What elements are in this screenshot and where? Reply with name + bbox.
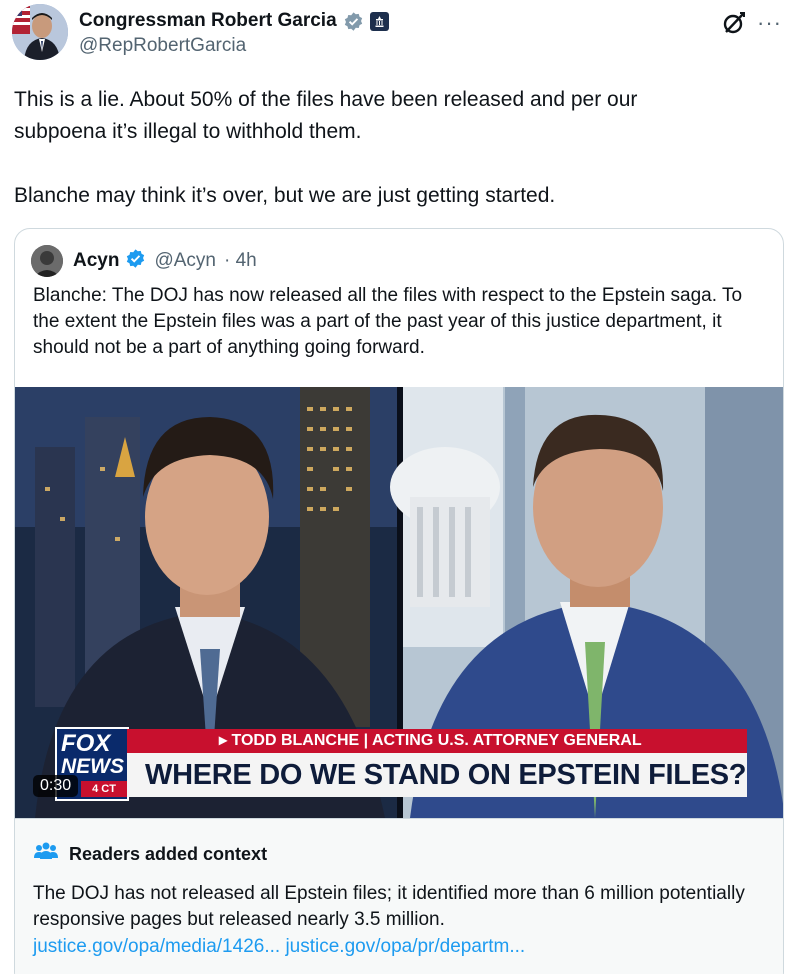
tweet-line-3: Blanche may think it’s over, but we are … [14,184,556,207]
quoted-author-name[interactable]: Acyn [73,250,119,272]
government-badge-icon [369,11,389,31]
grok-icon[interactable] [721,10,747,36]
tweet-header: Congressman Robert Garcia @RepRobertGarc… [12,4,788,62]
quoted-tweet-text: Blanche: The DOJ has now released all th… [33,285,743,358]
timezone-box: 4 CT [81,781,127,797]
author-handle[interactable]: @RepRobertGarcia [79,35,246,57]
tweet-text: This is a lie. About 50% of the files ha… [14,84,774,212]
author-avatar[interactable] [12,4,68,60]
context-link-1[interactable]: justice.gov/opa/media/1426... [33,936,280,957]
readers-context-box: Readers added context The DOJ has not re… [15,818,783,974]
quoted-tweet-header: Acyn @Acyn · 4h [31,245,257,277]
readers-context-text: The DOJ has not released all Epstein fil… [33,883,745,930]
chyron-headline: WHERE DO WE STAND ON EPSTEIN FILES? [127,753,747,797]
author-display-name[interactable]: Congressman Robert Garcia [79,10,337,32]
chyron: ▸ TODD BLANCHE | ACTING U.S. ATTORNEY GE… [127,729,747,801]
quoted-author-handle[interactable]: @Acyn [154,250,216,272]
gray-verified-icon [343,11,364,32]
video-player[interactable]: FOX NEWS 4 CT ▸ TODD BLANCHE | ACTING U.… [15,387,783,818]
readers-context-icon [33,841,59,868]
quoted-tweet-card[interactable]: Acyn @Acyn · 4h Blanche: The DOJ has now… [14,228,784,974]
fox-logo-word: FOX [61,730,111,757]
readers-context-links: justice.gov/opa/media/1426... justice.go… [33,934,525,960]
blue-verified-icon [125,248,146,274]
tweet-line-2: subpoena it’s illegal to withhold them. [14,120,362,143]
more-options-icon[interactable]: ··· [757,12,782,34]
context-link-2[interactable]: justice.gov/opa/pr/departm... [285,936,525,957]
video-duration: 0:30 [33,775,79,797]
quoted-author-avatar[interactable] [31,245,63,277]
quoted-tweet-time[interactable]: · 4h [224,250,257,272]
readers-context-title: Readers added context [69,844,268,864]
tweet-line-1: This is a lie. About 50% of the files ha… [14,88,638,111]
chyron-subtitle: ▸ TODD BLANCHE | ACTING U.S. ATTORNEY GE… [127,729,747,753]
